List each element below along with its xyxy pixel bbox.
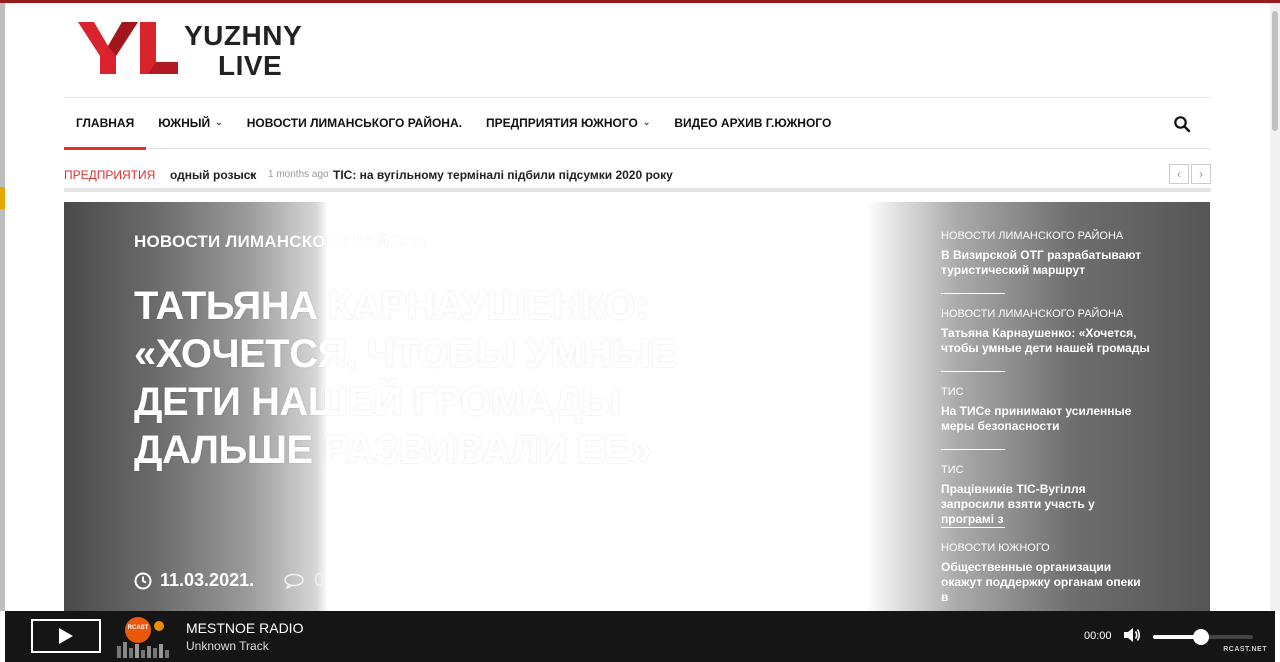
hero-date: 11.03.2021. (160, 570, 255, 590)
play-button[interactable] (31, 619, 101, 653)
sidebar-post-category[interactable]: НОВОСТИ ЮЖНОГО (941, 542, 1161, 554)
sidebar-divider (941, 449, 1005, 450)
sidebar-post[interactable]: НОВОСТИ ЛИМАНСКОГО РАЙОНА Татьяна Карнау… (941, 308, 1161, 386)
station-cover-image: RCAST (117, 617, 169, 658)
logo-text-line1: YUZHNY (184, 20, 303, 51)
hero-headline[interactable]: ТАТЬЯНА КАРНАУШЕНКО: «ХОЧЕТСЯ, ЧТОБЫ УМН… (134, 282, 774, 474)
sidebar-post-category[interactable]: НОВОСТИ ЛИМАНСКОГО РАЙОНА (941, 230, 1161, 242)
nav-item-limansky-news[interactable]: НОВОСТИ ЛИМАНСЬКОГО РАЙОНА. (235, 98, 474, 148)
nav-item-label: ЮЖНЫЙ (158, 116, 211, 130)
comments-count: 0 (314, 570, 325, 590)
chevron-down-icon: ⌄ (642, 116, 651, 127)
scrollbar-thumb[interactable] (1272, 11, 1278, 131)
hero-comments[interactable]: 0 (284, 570, 324, 591)
play-icon (59, 628, 73, 644)
volume-icon[interactable] (1123, 627, 1141, 643)
ticker-next-button[interactable]: › (1191, 164, 1211, 184)
ticker-time: 1 months ago (268, 169, 329, 180)
news-ticker: ПРЕДПРИЯТИЯ одный розыск • 1 months ago … (64, 160, 1211, 192)
sidebar-post-list: НОВОСТИ ЛИМАНСКОГО РАЙОНА В Визирской ОТ… (941, 230, 1161, 611)
sidebar-post-title[interactable]: Общественные организации окажут поддержк… (941, 560, 1151, 605)
nav-item-label: ВИДЕО АРХИВ Г.ЮЖНОГО (674, 116, 832, 130)
volume-slider[interactable] (1153, 629, 1253, 645)
sidebar-divider (941, 527, 1005, 528)
hero-category[interactable]: НОВОСТИ ЛИМАНСКОГО РАЙОНА (134, 232, 427, 252)
sidebar-post-category[interactable]: ТИС (941, 386, 1161, 398)
sidebar-post[interactable]: ТИС На ТИСе принимают усиленные меры без… (941, 386, 1161, 464)
site-logo[interactable]: YUZHNY LIVE (78, 18, 318, 81)
cover-brand-text: RCAST (128, 625, 149, 631)
nav-item-label: ПРЕДПРИЯТИЯ ЮЖНОГО (485, 116, 638, 130)
search-icon[interactable] (1173, 115, 1191, 133)
nav-item-video-archive[interactable]: ВИДЕО АРХИВ Г.ЮЖНОГО (662, 98, 843, 148)
clock-icon (134, 572, 152, 589)
chevron-down-icon: ⌄ (215, 116, 223, 127)
ticker-item[interactable]: ТІС: на вугільному терміналі підбили під… (333, 168, 673, 182)
logo-text-line2: LIVE (218, 50, 283, 81)
sidebar-post-category[interactable]: ТИС (941, 464, 1161, 476)
track-name: Unknown Track (186, 639, 269, 653)
ticker-label: ПРЕДПРИЯТИЯ (64, 168, 156, 182)
ticker-divider (64, 188, 1211, 192)
sidebar-post[interactable]: НОВОСТИ ЮЖНОГО Общественные организации … (941, 542, 1161, 611)
ticker-item[interactable]: одный розыск (170, 168, 256, 182)
sidebar-divider (941, 293, 1005, 294)
sidebar-post-title[interactable]: На ТИСе принимают усиленные меры безопас… (941, 404, 1151, 434)
page-scrollbar[interactable] (1270, 3, 1280, 611)
nav-item-yuzhny[interactable]: ЮЖНЫЙ ⌄ (146, 98, 235, 148)
hero-meta: 11.03.2021. 0 (134, 570, 324, 591)
sidebar-post[interactable]: ТИС Працівників ТІС-Вугілля запросили вз… (941, 464, 1161, 542)
radio-player: RCAST MESTNOE RADIO Unknown Track 00:00 … (5, 611, 1275, 662)
playback-time: 00:00 (1084, 630, 1112, 642)
main-navigation: ГЛАВНАЯ ЮЖНЫЙ ⌄ НОВОСТИ ЛИМАНСЬКОГО РАЙОН… (64, 97, 1211, 150)
sidebar-post-title[interactable]: Працівників ТІС-Вугілля запросили взяти … (941, 482, 1151, 527)
sidebar-post-title[interactable]: Татьяна Карнаушенко: «Хочется, чтобы умн… (941, 326, 1151, 356)
ticker-prev-button[interactable]: ‹ (1169, 164, 1189, 184)
sidebar-post-title[interactable]: В Визирской ОТГ разрабатывают туристичес… (941, 248, 1151, 278)
station-name: MESTNOE RADIO (186, 620, 304, 636)
player-brand[interactable]: RCAST.NET (1223, 646, 1267, 653)
sidebar-post[interactable]: НОВОСТИ ЛИМАНСКОГО РАЙОНА В Визирской ОТ… (941, 230, 1161, 308)
comments-icon (284, 573, 304, 589)
top-accent-line (0, 0, 1280, 3)
sidebar-post-category[interactable]: НОВОСТИ ЛИМАНСКОГО РАЙОНА (941, 308, 1161, 320)
nav-item-label: ГЛАВНАЯ (76, 116, 135, 130)
volume-slider-knob[interactable] (1193, 629, 1209, 645)
left-edge-strip (0, 3, 5, 611)
ticker-separator: • (250, 168, 255, 182)
sidebar-divider (941, 371, 1005, 372)
nav-item-enterprises[interactable]: ПРЕДПРИЯТИЯ ЮЖНОГО ⌄ (474, 98, 662, 148)
nav-item-label: НОВОСТИ ЛИМАНСЬКОГО РАЙОНА. (246, 116, 462, 130)
left-edge-marker (0, 187, 5, 209)
logo-mark-icon (78, 22, 178, 74)
nav-item-home[interactable]: ГЛАВНАЯ (64, 98, 147, 150)
featured-slider[interactable]: НОВОСТИ ЛИМАНСКОГО РАЙОНА ТАТЬЯНА КАРНАУ… (64, 202, 1210, 611)
